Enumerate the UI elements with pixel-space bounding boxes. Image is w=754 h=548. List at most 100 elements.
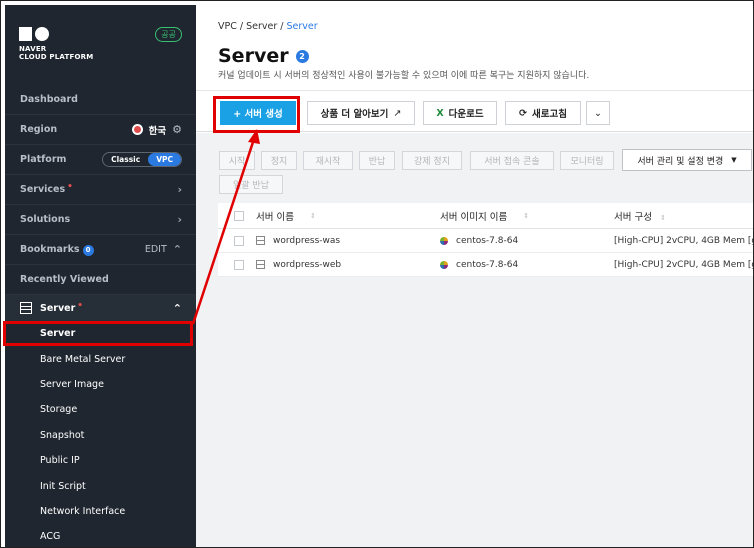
chevron-up-icon[interactable]: ⌃ xyxy=(173,243,182,256)
server-count-badge: 2 xyxy=(295,49,309,63)
server-name[interactable]: wordpress-was xyxy=(273,236,340,246)
breadcrumb-vpc[interactable]: VPC xyxy=(218,21,237,32)
server-icon xyxy=(20,302,32,314)
breadcrumb-server[interactable]: Server xyxy=(246,21,277,32)
sort-icon: ⇕ xyxy=(523,211,530,220)
refresh-button[interactable]: ⟳ 새로고침 xyxy=(505,101,581,125)
gov-badge: 공공 xyxy=(155,27,182,42)
sidebar-item-solutions[interactable]: Solutions › xyxy=(5,205,196,235)
sidebar-subitem-init-script[interactable]: Init Script xyxy=(5,473,196,498)
download-button[interactable]: X 다운로드 xyxy=(423,101,497,125)
region-value: 한국 xyxy=(148,125,167,137)
sidebar-subitem-server[interactable]: Server xyxy=(3,321,193,347)
column-header-label: 서버 이미지 이름 xyxy=(440,211,508,223)
sidebar-subitem-acg[interactable]: ACG xyxy=(5,524,196,547)
sidebar-item-dashboard[interactable]: Dashboard xyxy=(5,85,196,115)
gear-icon[interactable]: ⚙ xyxy=(172,123,182,136)
breadcrumb-current: Server xyxy=(286,21,318,32)
caret-down-icon: ▼ xyxy=(731,156,737,164)
content-area: 시작 정지 재시작 반납 강제 정지 서버 접속 콘솔 모니터링 서버 관리 및… xyxy=(196,133,753,547)
page-title-text: Server xyxy=(218,45,289,67)
logo-text-line2: CLOUD PLATFORM xyxy=(19,53,94,61)
sidebar-item-label: Region xyxy=(20,124,58,135)
main-content: VPC / Server / Server Server 2 커널 업데이트 시… xyxy=(196,5,753,547)
start-button[interactable]: 시작 xyxy=(219,151,255,170)
sidebar-item-label: Bookmarks xyxy=(20,243,80,255)
sidebar-group-server[interactable]: Server • ⌃ xyxy=(5,295,196,321)
centos-icon xyxy=(440,236,448,245)
sidebar-menu: Dashboard Region 한국 ⚙ Platform Classic V… xyxy=(3,85,196,547)
logo-text-line1: NAVER xyxy=(19,45,47,53)
server-image: centos-7.8-64 xyxy=(456,235,519,246)
force-stop-button[interactable]: 강제 정지 xyxy=(402,151,462,170)
platform-toggle[interactable]: Classic VPC xyxy=(102,152,182,167)
chevron-right-icon: › xyxy=(177,213,182,226)
bookmarks-edit-link[interactable]: EDIT xyxy=(145,244,167,255)
sidebar-item-label: Recently Viewed xyxy=(20,274,109,285)
server-table: 서버 이름 ⇕ 서버 이미지 이름 ⇕ 서버 구성 ⇕ wordpress-was c… xyxy=(218,203,753,277)
table-row[interactable]: wordpress-was centos-7.8-64 [High-CPU] 2… xyxy=(218,229,753,253)
download-label: 다운로드 xyxy=(448,109,484,120)
row-checkbox[interactable] xyxy=(234,235,244,246)
sidebar-item-label: Dashboard xyxy=(20,94,78,105)
platform-classic-option[interactable]: Classic xyxy=(103,153,148,166)
select-all-checkbox[interactable] xyxy=(234,210,244,221)
sort-icon: ⇕ xyxy=(309,211,316,220)
sidebar-subitem-bare-metal-server[interactable]: Bare Metal Server xyxy=(5,346,196,371)
server-name[interactable]: wordpress-web xyxy=(273,260,341,270)
platform-vpc-option[interactable]: VPC xyxy=(148,153,181,166)
monitoring-button[interactable]: 모니터링 xyxy=(560,151,614,170)
logo-mark xyxy=(19,27,93,41)
refresh-icon: ⟳ xyxy=(519,107,527,119)
sidebar-item-region[interactable]: Region 한국 ⚙ xyxy=(5,115,196,145)
refresh-label: 새로고침 xyxy=(532,109,567,120)
sort-icon: ⇕ xyxy=(659,213,666,222)
server-image: centos-7.8-64 xyxy=(456,259,519,270)
breadcrumb-separator: / xyxy=(277,21,287,32)
access-console-button[interactable]: 서버 접속 콘솔 xyxy=(470,151,554,170)
bookmarks-count-badge: 0 xyxy=(82,244,94,256)
external-link-icon: ↗ xyxy=(393,107,402,119)
sidebar-subitem-server-image[interactable]: Server Image xyxy=(5,372,196,397)
sidebar: NAVER CLOUD PLATFORM 공공 Dashboard Region… xyxy=(3,5,196,547)
sidebar-item-label: Platform xyxy=(20,154,67,165)
sidebar-subitem-storage[interactable]: Storage xyxy=(5,397,196,422)
manage-settings-label: 서버 관리 및 설정 변경 xyxy=(637,156,724,167)
column-header-label: 서버 이름 xyxy=(256,211,294,223)
sidebar-item-label: Server xyxy=(40,302,76,314)
sidebar-item-platform: Platform Classic VPC xyxy=(5,145,196,175)
chevron-down-icon: ⌄ xyxy=(594,107,602,119)
sidebar-item-recently-viewed[interactable]: Recently Viewed xyxy=(5,265,196,295)
logo[interactable]: NAVER CLOUD PLATFORM xyxy=(19,27,93,61)
sidebar-item-services[interactable]: Services • › xyxy=(5,175,196,205)
excel-icon: X xyxy=(436,107,444,119)
screenshot-frame: NAVER CLOUD PLATFORM 공공 Dashboard Region… xyxy=(0,0,754,548)
sidebar-item-bookmarks[interactable]: Bookmarks 0 EDIT ⌃ xyxy=(5,235,196,265)
sidebar-subitem-public-ip[interactable]: Public IP xyxy=(5,448,196,473)
manage-settings-dropdown[interactable]: 서버 관리 및 설정 변경 ▼ xyxy=(622,149,752,171)
row-checkbox[interactable] xyxy=(234,259,244,270)
batch-return-button[interactable]: 일괄 반납 xyxy=(219,175,283,194)
server-spec: [High-CPU] 2vCPU, 4GB Mem [g2] xyxy=(614,259,753,270)
breadcrumb-separator: / xyxy=(236,21,247,32)
sidebar-subitem-snapshot[interactable]: Snapshot xyxy=(5,423,196,448)
table-header: 서버 이름 ⇕ 서버 이미지 이름 ⇕ 서버 구성 ⇕ xyxy=(218,203,753,229)
more-dropdown-button[interactable]: ⌄ xyxy=(586,101,610,125)
return-button[interactable]: 반납 xyxy=(359,151,395,170)
page-title: Server 2 xyxy=(218,45,309,67)
column-header-image[interactable]: 서버 이미지 이름 ⇕ xyxy=(440,209,614,223)
learn-more-button[interactable]: 상품 더 알아보기 ↗ xyxy=(307,101,415,125)
column-header-spec[interactable]: 서버 구성 ⇕ xyxy=(614,209,753,223)
server-icon xyxy=(256,236,265,245)
korea-flag-icon xyxy=(131,124,143,135)
sidebar-item-label: Services xyxy=(20,184,66,195)
page-description: 커널 업데이트 시 서버의 정상적인 사용이 불가능할 수 있으며 이에 따른 … xyxy=(218,71,590,81)
column-header-label: 서버 구성 xyxy=(614,211,652,223)
sidebar-subitem-network-interface[interactable]: Network Interface xyxy=(5,499,196,524)
restart-button[interactable]: 재시작 xyxy=(303,151,353,170)
sidebar-item-label: Solutions xyxy=(20,214,71,225)
chevron-up-icon[interactable]: ⌃ xyxy=(173,302,182,315)
column-header-name[interactable]: 서버 이름 ⇕ xyxy=(256,209,440,223)
table-row[interactable]: wordpress-web centos-7.8-64 [High-CPU] 2… xyxy=(218,253,753,277)
stop-button[interactable]: 정지 xyxy=(261,151,297,170)
